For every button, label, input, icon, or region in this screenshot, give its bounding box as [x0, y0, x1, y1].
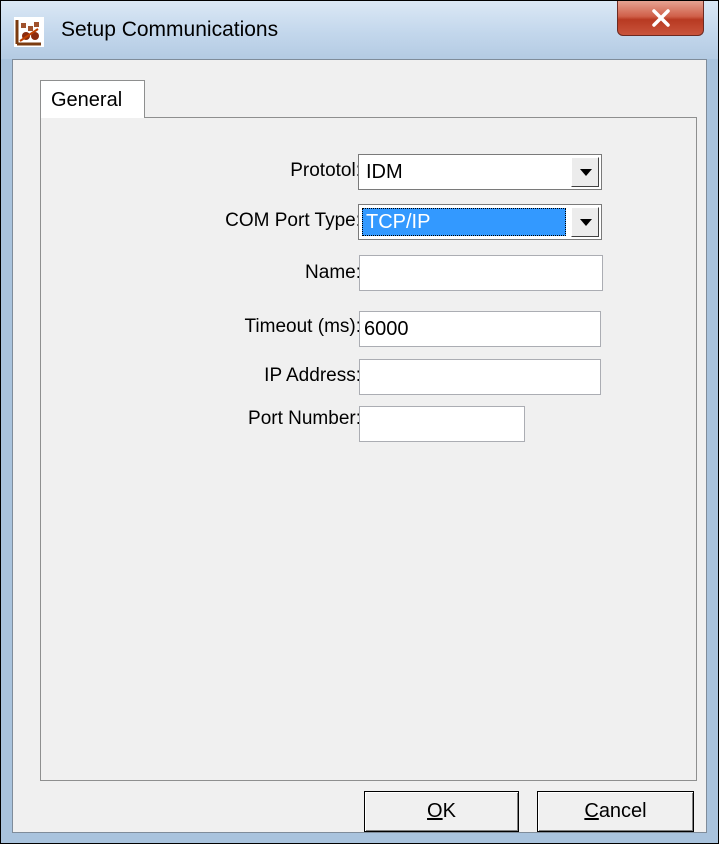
window-title: Setup Communications: [61, 18, 279, 41]
close-x-icon: [652, 9, 670, 27]
chevron-down-icon: [580, 219, 592, 226]
cancel-button[interactable]: Cancel: [537, 791, 694, 832]
chevron-down-icon: [580, 169, 592, 176]
protocol-label: Prototol:: [290, 160, 361, 181]
dialog-client-area: General Prototol: IDM COM Port Type: TCP…: [12, 59, 707, 833]
name-label: Name:: [305, 262, 361, 283]
protocol-select[interactable]: IDM: [358, 154, 602, 190]
setup-communications-dialog: Setup Communications General Prototol: I…: [0, 0, 719, 844]
setup-communications-app-icon: [14, 17, 44, 47]
ip-address-field[interactable]: [359, 359, 601, 395]
close-button[interactable]: [617, 1, 704, 36]
tab-general-label: General: [51, 89, 123, 111]
protocol-dropdown-button[interactable]: [571, 157, 599, 187]
com-port-type-value: TCP/IP: [362, 208, 566, 236]
port-number-label: Port Number:: [248, 408, 361, 429]
general-tab-panel: Prototol: IDM COM Port Type: TCP/IP Name…: [40, 117, 697, 781]
timeout-label: Timeout (ms):: [244, 316, 361, 337]
com-port-type-label: COM Port Type:: [225, 210, 361, 231]
protocol-value: IDM: [366, 161, 403, 183]
cancel-mnemonic: C: [584, 800, 599, 822]
cancel-label-rest: ancel: [598, 800, 647, 822]
ip-address-label: IP Address:: [264, 365, 361, 386]
com-port-type-dropdown-button[interactable]: [571, 207, 599, 237]
ok-label-rest: K: [442, 800, 456, 822]
com-port-type-select[interactable]: TCP/IP: [358, 204, 602, 240]
tab-general[interactable]: General: [40, 80, 145, 118]
port-number-field[interactable]: [359, 406, 525, 442]
title-bar[interactable]: Setup Communications: [1, 1, 718, 59]
timeout-field[interactable]: [359, 311, 601, 347]
name-field[interactable]: [359, 255, 603, 291]
ok-button[interactable]: OK: [364, 791, 519, 832]
ok-mnemonic: O: [427, 800, 443, 822]
